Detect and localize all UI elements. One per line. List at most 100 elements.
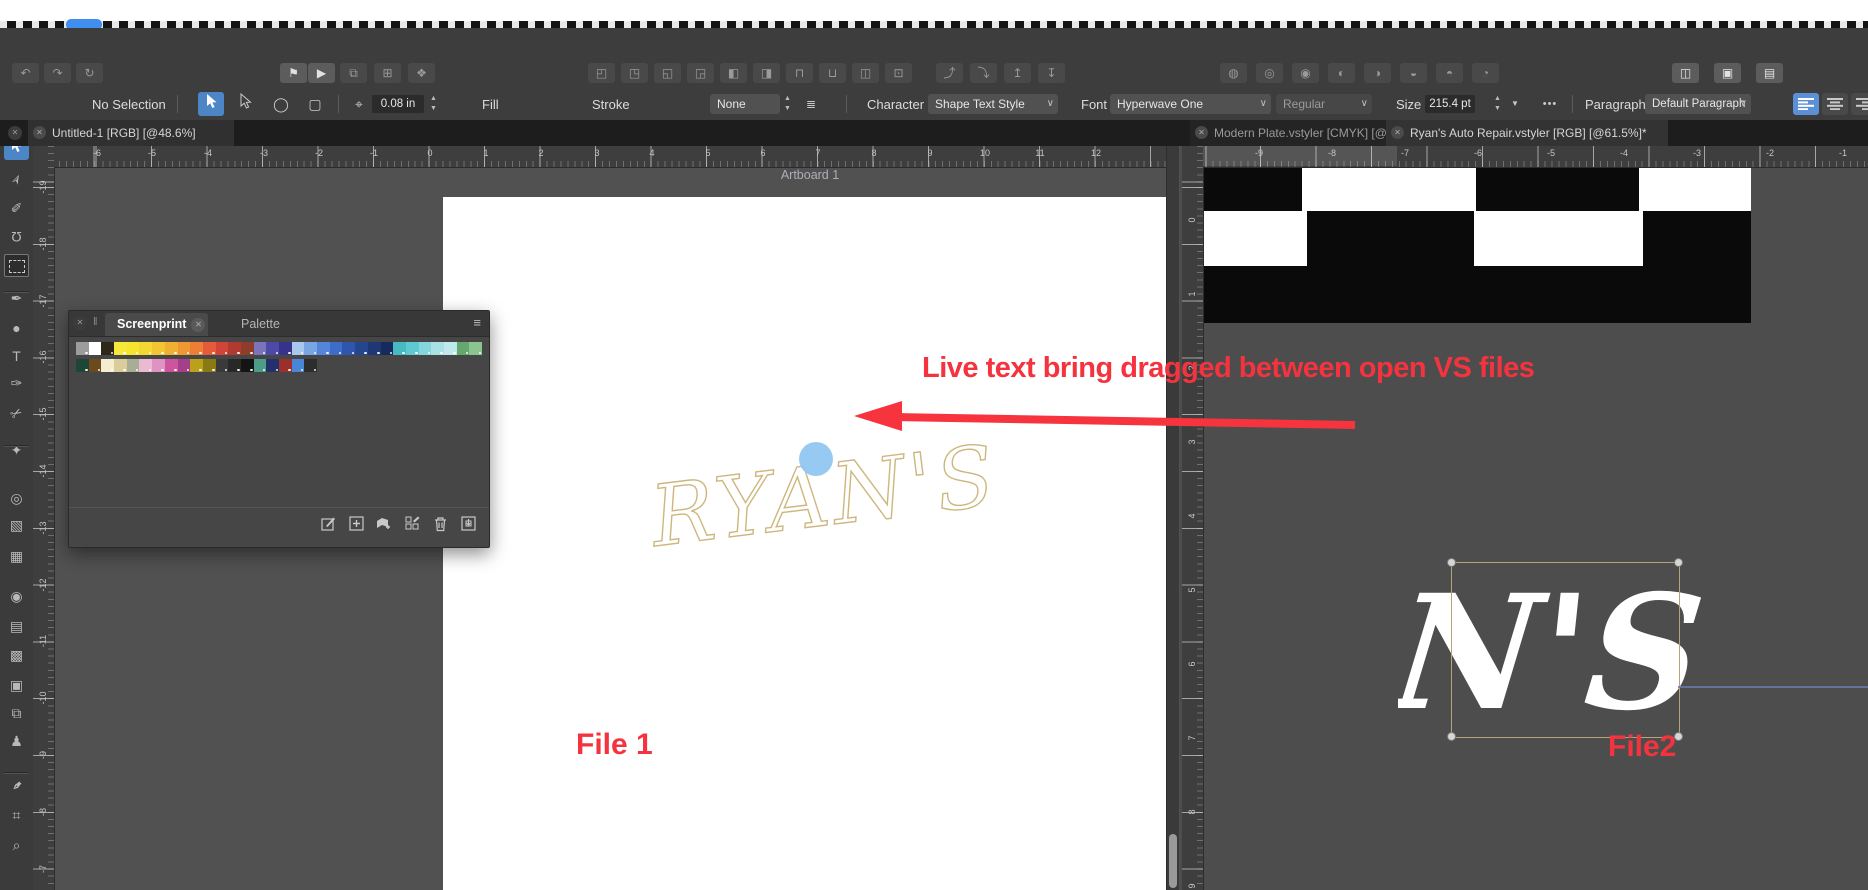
compound-button[interactable]: ❖: [408, 63, 435, 83]
color-swatch[interactable]: [114, 342, 127, 355]
spacing-h-button[interactable]: ◫: [852, 63, 879, 83]
select-mode-button[interactable]: [198, 92, 224, 116]
color-swatch[interactable]: [228, 342, 241, 355]
color-swatch[interactable]: [406, 342, 419, 355]
pathfinder-merge-button[interactable]: ◓: [1436, 63, 1463, 83]
panel-toggle-2-button[interactable]: ▣: [1714, 63, 1741, 83]
color-swatch[interactable]: [444, 342, 457, 355]
color-swatch[interactable]: [254, 342, 267, 355]
play-button[interactable]: ▶: [308, 63, 335, 83]
color-swatch[interactable]: [203, 342, 216, 355]
color-swatch[interactable]: [203, 359, 216, 372]
color-swatch[interactable]: [89, 342, 102, 355]
pathfinder-crop-button[interactable]: ◔: [1472, 63, 1499, 83]
ellipse-tool[interactable]: ●: [4, 317, 29, 340]
offset-stepper[interactable]: ▲▼: [428, 94, 439, 114]
color-swatch[interactable]: [89, 359, 102, 372]
align-top-edge-button[interactable]: ◲: [687, 63, 714, 83]
close-tab-icon[interactable]: ✕: [1195, 126, 1208, 139]
delete-icon[interactable]: [429, 516, 451, 536]
align-left-button[interactable]: [1793, 93, 1819, 115]
color-swatch[interactable]: [393, 342, 406, 355]
color-swatch[interactable]: [419, 342, 432, 355]
stack-tool[interactable]: ⧉: [4, 702, 29, 725]
selection-handle-top-left[interactable]: [1447, 558, 1456, 567]
knife-tool[interactable]: ✂: [0, 397, 33, 429]
more-options-button[interactable]: •••: [1537, 92, 1563, 116]
color-swatch[interactable]: [127, 359, 140, 372]
color-swatch[interactable]: [178, 359, 191, 372]
color-swatch[interactable]: [127, 342, 140, 355]
close-toolstrip-icon[interactable]: ✕: [8, 126, 22, 140]
import-icon[interactable]: [457, 516, 479, 536]
color-swatch[interactable]: [101, 342, 114, 355]
color-swatch[interactable]: [165, 342, 178, 355]
color-swatch[interactable]: [431, 342, 444, 355]
color-swatch[interactable]: [241, 359, 254, 372]
target-tool[interactable]: ◎: [4, 487, 29, 510]
color-swatch[interactable]: [279, 359, 292, 372]
panel-toggle-1-button[interactable]: ◫: [1672, 63, 1699, 83]
select-tool[interactable]: [4, 146, 29, 160]
brush-tool[interactable]: ✐: [4, 197, 29, 220]
left-pane-scrollbar[interactable]: [1166, 146, 1179, 890]
bring-front-button[interactable]: ↥: [1004, 63, 1031, 83]
color-swatch[interactable]: [317, 342, 330, 355]
close-palette-tab-icon[interactable]: ✕: [191, 318, 205, 332]
panel-menu-icon[interactable]: ≡: [473, 315, 481, 330]
text-tool[interactable]: T: [4, 345, 29, 368]
scrollbar-thumb[interactable]: [1169, 834, 1177, 888]
tab-untitled-1[interactable]: ✕ Untitled-1 [RGB] [@48.6%]: [28, 120, 234, 146]
lasso-select-mode-button[interactable]: ◯: [268, 92, 294, 116]
close-tab-icon[interactable]: ✕: [1391, 126, 1404, 139]
pathfinder-minus-button[interactable]: ◎: [1256, 63, 1283, 83]
spacing-v-button[interactable]: ⊡: [885, 63, 912, 83]
color-swatch[interactable]: [228, 359, 241, 372]
color-swatch[interactable]: [178, 342, 191, 355]
paragraph-style-select[interactable]: Default Paragraph∨: [1645, 94, 1751, 114]
color-swatch[interactable]: [139, 342, 152, 355]
table-tool[interactable]: ▦: [4, 545, 29, 568]
align-right-edge-button[interactable]: ◱: [654, 63, 681, 83]
add-collection-icon[interactable]: [373, 516, 395, 536]
selection-handle-bottom-left[interactable]: [1447, 732, 1456, 741]
color-swatch[interactable]: [292, 359, 305, 372]
color-swatch[interactable]: [76, 342, 89, 355]
color-swatch[interactable]: [152, 359, 165, 372]
frame-select-mode-button[interactable]: ▢: [302, 92, 328, 116]
profile-tool[interactable]: ♟: [4, 730, 29, 753]
offset-input[interactable]: 0.08 in: [372, 95, 424, 113]
magnet-tool[interactable]: Ω: [4, 225, 29, 248]
undo-button[interactable]: ↶: [12, 63, 39, 83]
crop-tool[interactable]: ⌗: [4, 804, 29, 827]
distribute-v-button[interactable]: ⊔: [819, 63, 846, 83]
color-swatch[interactable]: [101, 359, 114, 372]
rectangle-tool[interactable]: ▧: [4, 514, 29, 537]
color-swatch[interactable]: [76, 359, 89, 372]
drag-handle-icon[interactable]: ‖: [93, 316, 98, 328]
align-vcenter-button[interactable]: ◧: [720, 63, 747, 83]
redo-button[interactable]: ↷: [44, 63, 71, 83]
color-swatch[interactable]: [254, 359, 267, 372]
color-swatch[interactable]: [279, 342, 292, 355]
size-input[interactable]: 215.4 pt: [1425, 95, 1475, 113]
pattern-tool[interactable]: ▩: [4, 644, 29, 667]
tab-modern-plate[interactable]: ✕ Modern Plate.vstyler [CMYK] [@: [1190, 120, 1386, 146]
color-swatch[interactable]: [342, 342, 355, 355]
direct-select-mode-button[interactable]: [232, 92, 258, 116]
color-swatch[interactable]: [190, 359, 203, 372]
align-hcenter-button[interactable]: ◳: [621, 63, 648, 83]
bring-forward-button[interactable]: ⤴: [936, 63, 963, 83]
color-swatch[interactable]: [457, 342, 470, 355]
panel-toggle-3-button[interactable]: ▤: [1756, 63, 1783, 83]
selection-bounding-box[interactable]: [1451, 562, 1680, 738]
stroke-stepper[interactable]: ▲▼: [782, 94, 793, 114]
sync-button[interactable]: ↻: [76, 63, 103, 83]
send-back-button[interactable]: ↧: [1038, 63, 1065, 83]
color-swatch[interactable]: [165, 359, 178, 372]
ungroup-button[interactable]: ⊞: [374, 63, 401, 83]
pathfinder-intersect-button[interactable]: ◉: [1292, 63, 1319, 83]
selection-handle-top-right[interactable]: [1674, 558, 1683, 567]
pathfinder-unite-button[interactable]: ◍: [1220, 63, 1247, 83]
pathfinder-exclude-button[interactable]: ◐: [1328, 63, 1355, 83]
